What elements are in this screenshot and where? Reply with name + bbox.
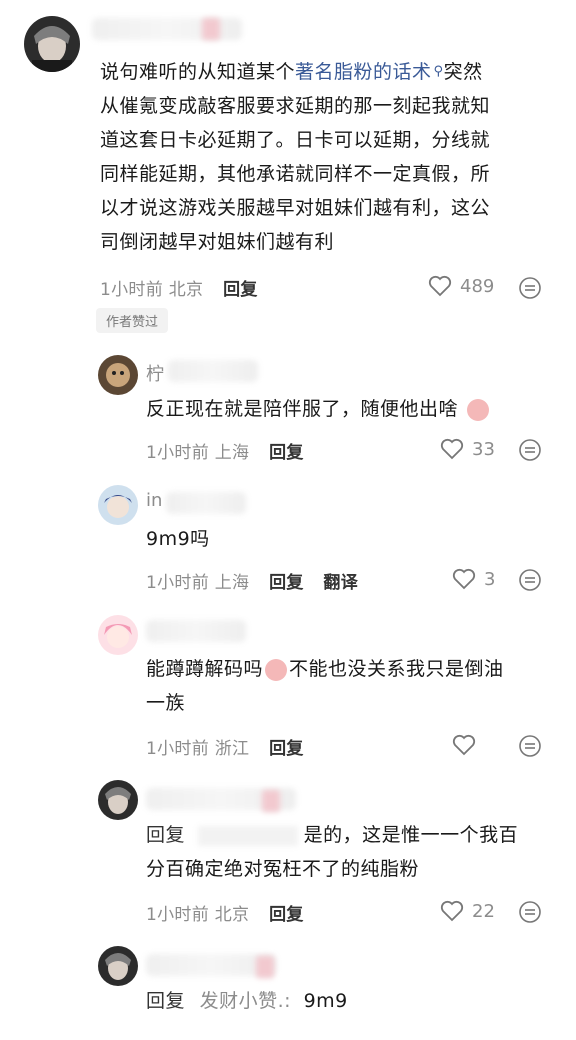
username-blurred-mark (262, 790, 280, 812)
timestamp: 1小时前 (146, 573, 210, 593)
like-button[interactable]: 489 (428, 275, 494, 297)
search-icon: ⚲ (433, 64, 444, 79)
comment-2: 柠 反正现在就是陪伴服了，随便他出啥 1小时前 上海 回复 33 (0, 350, 576, 470)
comment-text: 反正现在就是陪伴服了，随便他出啥 (146, 392, 489, 426)
location: 北京 (214, 905, 250, 925)
comment-text: 9m9吗 (146, 528, 210, 550)
comment-6: 回复 发财小赞.: 9m9 (0, 944, 576, 1040)
avatar[interactable] (98, 780, 138, 820)
like-button[interactable]: 33 (440, 438, 495, 460)
username-blurred (166, 492, 246, 514)
like-button[interactable]: 3 (452, 568, 495, 590)
comment-meta: 1小时前 北京 回复 (100, 275, 258, 300)
comment-1: 说句难听的从知道某个著名脂粉的话术 ⚲突然 从催氪变成敲客服要求延期的那一刻起我就… (0, 0, 576, 340)
location: 浙江 (214, 739, 250, 759)
comment-text-line: 一族 (146, 692, 186, 714)
comment-5: 回复 是的，这是惟一一个我百 分百确定绝对冤枉不了的纯脂粉 1小时前 北京 回复… (0, 778, 576, 938)
like-button[interactable]: 22 (440, 900, 495, 922)
heart-icon (452, 734, 476, 756)
avatar[interactable] (24, 16, 80, 72)
comment-text: 说句难听的从知道某个著名脂粉的话术 ⚲突然 (100, 61, 483, 83)
comment-4: 能蹲蹲解码吗 不能也没关系我只是倒油 一族 1小时前 浙江 回复 (0, 610, 576, 770)
username[interactable]: in (146, 490, 162, 511)
emoji-icon (265, 658, 288, 681)
comment-text: 回复 发财小赞.: 9m9 (146, 990, 348, 1012)
comment-3: in 9m9吗 1小时前 上海 回复 翻译 3 (0, 480, 576, 600)
timestamp: 1小时前 (100, 280, 164, 300)
like-count: 3 (484, 568, 496, 590)
reply-prefix: 回复 (146, 990, 186, 1012)
comment-text-line: 司倒闭越早对姐妹们越有利 (100, 231, 335, 253)
like-button[interactable] (452, 734, 484, 756)
comment-text-line: 道这套日卡必延期了。日卡可以延期，分线就 (100, 129, 491, 151)
more-options-icon[interactable] (518, 568, 542, 592)
emoji-icon (466, 398, 489, 421)
heart-icon (440, 438, 464, 460)
reply-button[interactable]: 回复 (269, 905, 304, 925)
comment-text-line: 分百确定绝对冤枉不了的纯脂粉 (146, 858, 420, 880)
username[interactable]: 柠 (146, 360, 164, 386)
username-blurred-mark (256, 956, 274, 978)
reply-target[interactable]: 发财小赞.: (200, 990, 291, 1012)
location: 北京 (168, 280, 204, 300)
username-blurred-mark (202, 18, 220, 40)
avatar[interactable] (98, 946, 138, 986)
comment-meta: 1小时前 上海 回复 (146, 438, 304, 463)
reply-button[interactable]: 回复 (269, 573, 304, 593)
translate-button[interactable]: 翻译 (323, 573, 358, 593)
heart-icon (428, 275, 452, 297)
avatar[interactable] (98, 485, 138, 525)
like-count: 22 (472, 900, 495, 922)
heart-icon (452, 568, 476, 590)
timestamp: 1小时前 (146, 739, 210, 759)
more-options-icon[interactable] (518, 734, 542, 758)
comment-meta: 1小时前 上海 回复 翻译 (146, 568, 358, 593)
like-count: 489 (460, 275, 495, 297)
more-options-icon[interactable] (518, 438, 542, 462)
location: 上海 (214, 573, 250, 593)
search-link[interactable]: 著名脂粉的话术 ⚲ (295, 61, 444, 83)
heart-icon (440, 900, 464, 922)
timestamp: 1小时前 (146, 905, 210, 925)
location: 上海 (214, 443, 250, 463)
username-blurred (168, 360, 258, 382)
comment-text-line: 从催氪变成敲客服要求延期的那一刻起我就知 (100, 95, 491, 117)
comment-text: 回复 是的，这是惟一一个我百 (146, 824, 519, 846)
reply-target-blurred[interactable] (197, 825, 298, 846)
comment-meta: 1小时前 浙江 回复 (146, 734, 304, 759)
avatar[interactable] (98, 355, 138, 395)
author-liked-badge: 作者赞过 (96, 308, 169, 333)
reply-prefix: 回复 (146, 824, 186, 846)
username-blurred[interactable] (146, 620, 246, 642)
more-options-icon[interactable] (518, 276, 542, 300)
timestamp: 1小时前 (146, 443, 210, 463)
comment-meta: 1小时前 北京 回复 (146, 900, 304, 925)
reply-button[interactable]: 回复 (269, 443, 304, 463)
comment-text: 能蹲蹲解码吗 不能也没关系我只是倒油 (146, 658, 504, 681)
reply-button[interactable]: 回复 (223, 280, 258, 300)
avatar[interactable] (98, 615, 138, 655)
like-count: 33 (472, 438, 495, 460)
comment-text-line: 以才说这游戏关服越早对姐妹们越有利，这公 (100, 197, 491, 219)
reply-button[interactable]: 回复 (269, 739, 304, 759)
comment-text-line: 同样能延期，其他承诺就同样不一定真假，所 (100, 163, 491, 185)
more-options-icon[interactable] (518, 900, 542, 924)
